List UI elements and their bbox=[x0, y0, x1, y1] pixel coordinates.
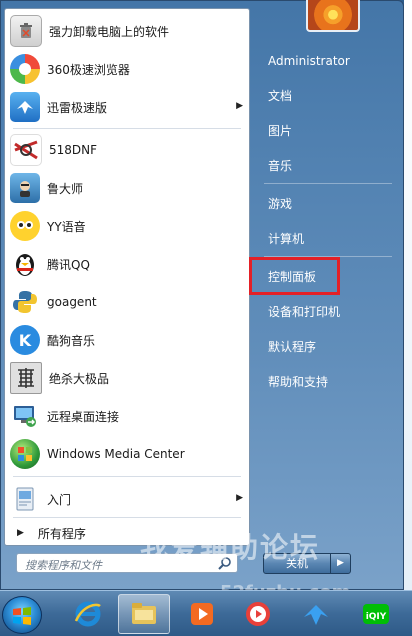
user-avatar[interactable] bbox=[306, 0, 360, 32]
right-item-administrator[interactable]: Administrator bbox=[262, 48, 398, 74]
separator bbox=[13, 476, 241, 477]
dragon-char-icon bbox=[10, 362, 42, 394]
all-programs-label: 所有程序 bbox=[37, 526, 86, 541]
right-item-devices-printers[interactable]: 设备和打印机 bbox=[262, 299, 398, 325]
media-center-icon bbox=[10, 439, 40, 469]
program-label: 360极速浏览器 bbox=[47, 62, 130, 77]
program-518dnf[interactable]: 518DNF bbox=[5, 132, 249, 168]
program-goagent[interactable]: goagent bbox=[5, 284, 249, 320]
qq-penguin-icon bbox=[10, 249, 40, 279]
shutdown-options-arrow-icon[interactable]: ▶ bbox=[330, 553, 351, 574]
program-remote-desktop[interactable]: 远程桌面连接 bbox=[5, 398, 249, 434]
taskbar-iqiyi-icon[interactable]: iQIY bbox=[350, 594, 402, 634]
taskbar-thunder-icon[interactable] bbox=[290, 594, 342, 634]
remote-desktop-icon bbox=[10, 401, 40, 431]
program-label: 518DNF bbox=[49, 143, 98, 157]
getting-started-icon bbox=[10, 484, 40, 514]
program-label: 强力卸载电脑上的软件 bbox=[49, 24, 170, 39]
taskbar-explorer-icon[interactable] bbox=[118, 594, 170, 634]
desktop-edge bbox=[404, 0, 412, 635]
right-item-help-support[interactable]: 帮助和支持 bbox=[262, 369, 398, 395]
watermark: 我爱辅助论坛 bbox=[140, 531, 321, 564]
program-label: YY语音 bbox=[47, 219, 86, 234]
program-360-browser[interactable]: 360极速浏览器 bbox=[5, 51, 249, 87]
right-item-games[interactable]: 游戏 bbox=[262, 191, 398, 217]
right-item-computer[interactable]: 计算机 bbox=[262, 226, 398, 252]
yy-icon bbox=[10, 211, 40, 241]
programs-panel: 强力卸载电脑上的软件 360极速浏览器 迅雷极速版 ▶ 518DNF 鲁大师 Y… bbox=[4, 8, 250, 546]
submenu-arrow-icon[interactable]: ▶ bbox=[236, 101, 243, 111]
uninstaller-icon bbox=[10, 15, 42, 47]
program-label: 酷狗音乐 bbox=[47, 333, 96, 348]
360-browser-icon bbox=[10, 54, 40, 84]
control-panel-highlight-box bbox=[249, 257, 340, 295]
right-item-pictures[interactable]: 图片 bbox=[262, 118, 398, 144]
right-separator bbox=[264, 183, 392, 184]
right-item-default-programs[interactable]: 默认程序 bbox=[262, 334, 398, 360]
start-orb-button[interactable] bbox=[2, 596, 42, 634]
program-label: Windows Media Center bbox=[47, 447, 185, 461]
taskbar-ie-icon[interactable] bbox=[62, 594, 114, 634]
right-item-documents[interactable]: 文档 bbox=[262, 83, 398, 109]
program-label: 绝杀大极品 bbox=[49, 371, 110, 386]
program-label: 远程桌面连接 bbox=[47, 409, 120, 424]
search-placeholder: 搜索程序和文件 bbox=[25, 559, 102, 572]
python-icon bbox=[10, 287, 40, 317]
program-qq[interactable]: 腾讯QQ bbox=[5, 246, 249, 282]
taskbar-video-icon[interactable] bbox=[232, 594, 284, 634]
thunder-icon bbox=[10, 92, 40, 122]
program-thunder[interactable]: 迅雷极速版 ▶ bbox=[5, 89, 249, 125]
all-programs-arrow-icon: ▶ bbox=[17, 528, 24, 538]
submenu-arrow-icon[interactable]: ▶ bbox=[236, 493, 243, 503]
program-ludashi[interactable]: 鲁大师 bbox=[5, 170, 249, 206]
separator bbox=[13, 128, 241, 129]
program-kugou[interactable]: K 酷狗音乐 bbox=[5, 322, 249, 358]
program-label: 鲁大师 bbox=[47, 181, 84, 196]
program-jueshadajipin[interactable]: 绝杀大极品 bbox=[5, 360, 249, 396]
separator bbox=[13, 517, 241, 518]
svg-text:iQIY: iQIY bbox=[366, 612, 387, 622]
program-label: goagent bbox=[47, 295, 97, 309]
program-label: 入门 bbox=[47, 492, 72, 507]
kugou-icon: K bbox=[10, 325, 40, 355]
program-getting-started[interactable]: 入门 ▶ bbox=[5, 481, 249, 517]
program-uninstaller[interactable]: 强力卸载电脑上的软件 bbox=[5, 13, 249, 49]
program-label: 腾讯QQ bbox=[47, 257, 90, 272]
windows-logo-icon bbox=[13, 607, 31, 625]
program-yy[interactable]: YY语音 bbox=[5, 208, 249, 244]
program-label: 迅雷极速版 bbox=[47, 100, 108, 115]
program-media-center[interactable]: Windows Media Center bbox=[5, 436, 249, 472]
ludashi-icon bbox=[10, 173, 40, 203]
right-item-music[interactable]: 音乐 bbox=[262, 153, 398, 179]
taskbar-media-player-icon[interactable] bbox=[176, 594, 228, 634]
dnf-icon bbox=[10, 134, 42, 166]
